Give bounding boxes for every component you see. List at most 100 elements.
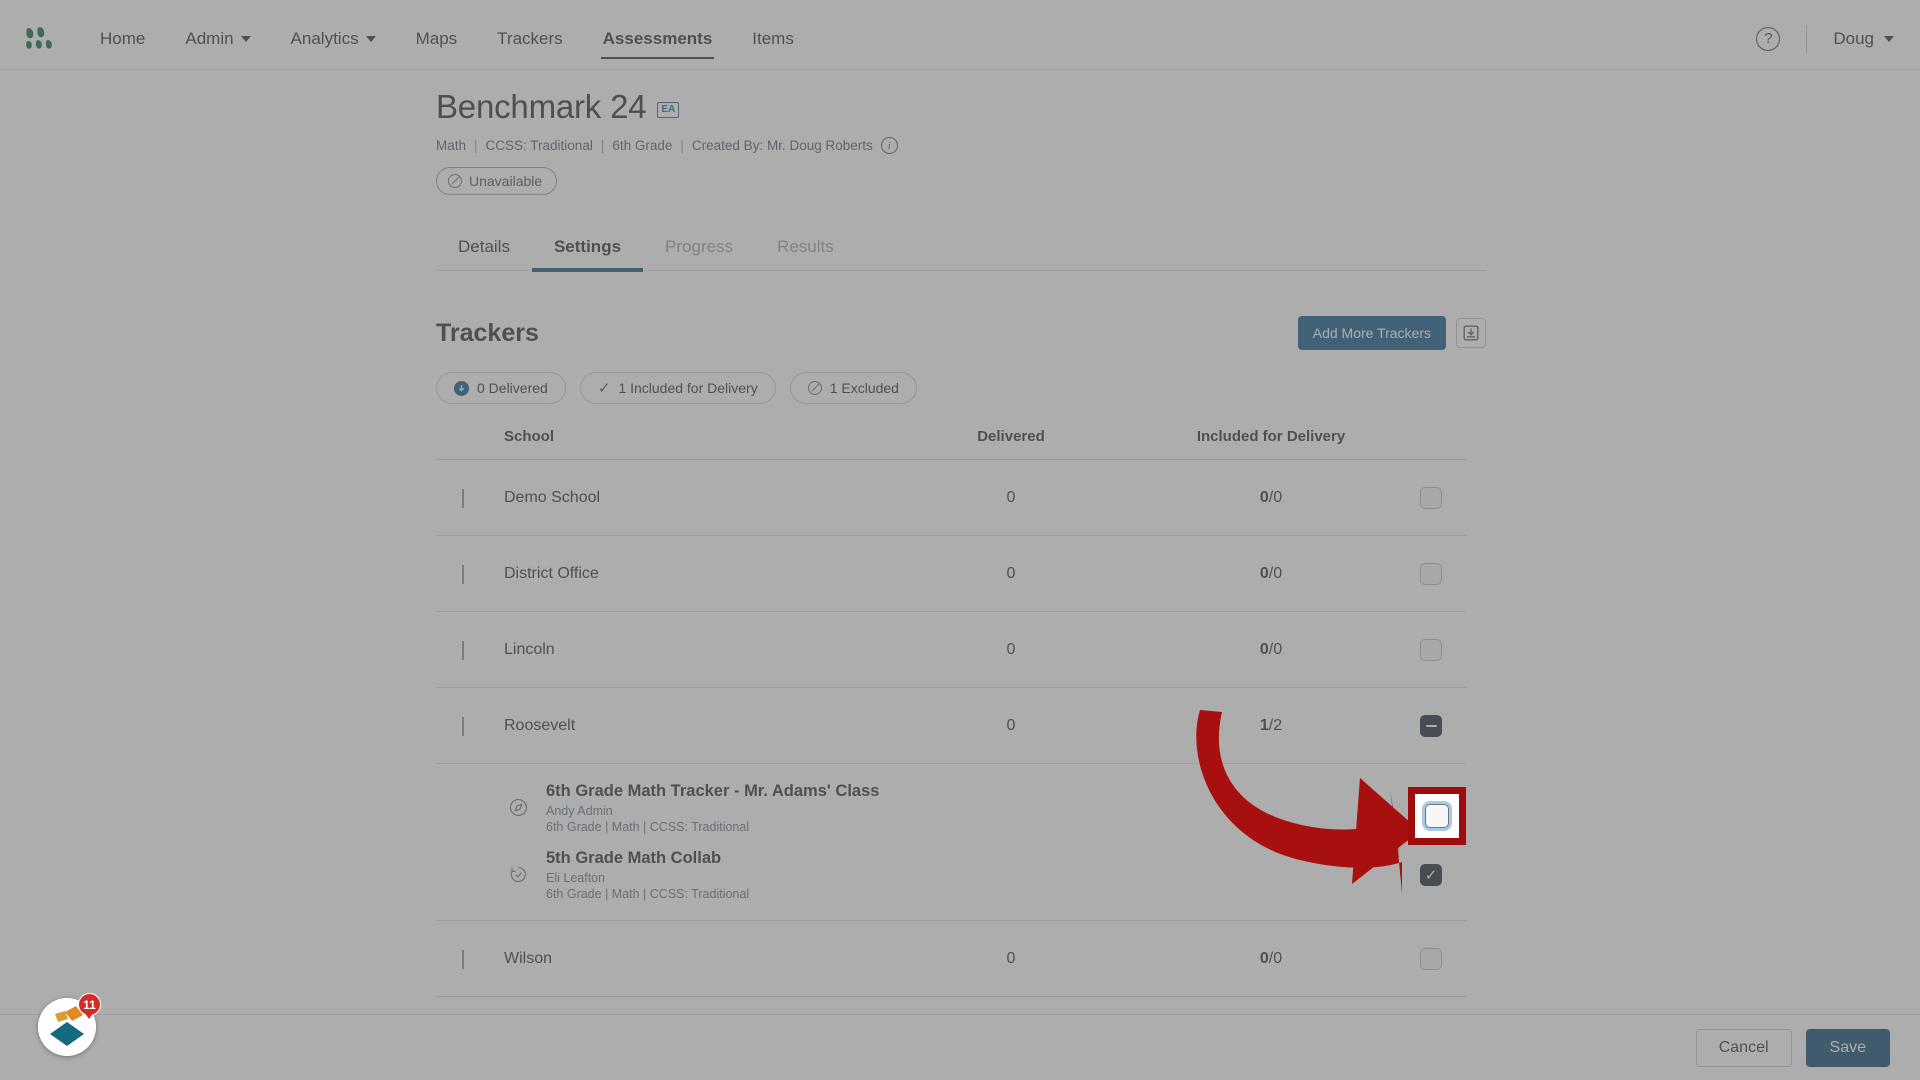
cancel-button[interactable]: Cancel <box>1695 1028 1792 1067</box>
tab-details[interactable]: Details <box>436 237 532 270</box>
status-badge: Unavailable <box>436 167 558 195</box>
nav-item-admin[interactable]: Admin <box>165 8 270 69</box>
add-more-trackers-button[interactable]: Add More Trackers <box>1297 316 1446 350</box>
chevron-down-icon <box>365 35 376 42</box>
row-checkbox-cell[interactable] <box>1396 638 1466 661</box>
nav-item-assessments[interactable]: Assessments <box>583 8 733 69</box>
row-checkbox[interactable] <box>1420 486 1442 509</box>
included-total: /0 <box>1268 488 1283 506</box>
tracker-info: 6th Grade Math Tracker - Mr. Adams' Clas… <box>546 782 1396 834</box>
chevron-down-icon <box>1884 35 1894 42</box>
chip-excluded[interactable]: 1 Excluded <box>789 372 917 404</box>
tracker-list-item[interactable]: 5th Grade Math Collab Eli Leafton 6th Gr… <box>436 841 1466 908</box>
action-bar: Cancel Save <box>0 1014 1920 1080</box>
tab-bar: Details Settings Progress Results <box>436 237 1486 272</box>
tracker-subrows: 6th Grade Math Tracker - Mr. Adams' Clas… <box>436 764 1466 921</box>
help-icon[interactable]: ? <box>1756 26 1781 51</box>
nav-item-trackers[interactable]: Trackers <box>477 8 583 69</box>
table-row[interactable]: Lincoln 0 0/0 <box>436 612 1466 688</box>
meta-separator: | <box>474 138 478 153</box>
tracker-list-item[interactable]: 6th Grade Math Tracker - Mr. Adams' Clas… <box>436 774 1466 841</box>
chip-label: 1 Excluded <box>829 380 899 396</box>
chip-label: 0 Delivered <box>477 380 548 396</box>
meta-separator: | <box>600 138 605 153</box>
cell-delivered: 0 <box>1006 640 1016 658</box>
row-checkbox-cell[interactable] <box>1396 714 1466 737</box>
row-checkbox-cell[interactable] <box>1396 947 1466 970</box>
expand-cell[interactable] <box>436 949 504 969</box>
included-total: /2 <box>1268 716 1283 734</box>
meta-grade: 6th Grade <box>612 138 673 153</box>
tab-settings[interactable]: Settings <box>531 237 644 272</box>
user-name-label: Doug <box>1833 28 1874 48</box>
cell-school: Roosevelt <box>504 716 576 734</box>
download-icon[interactable] <box>1456 318 1486 348</box>
cell-school: Demo School <box>504 488 601 506</box>
nav-item-items[interactable]: Items <box>732 8 814 69</box>
table-row[interactable]: Wilson 0 0/0 <box>436 921 1466 997</box>
tracker-owner: Eli Leafton <box>546 870 606 885</box>
tracker-icon-cell <box>436 865 546 884</box>
ban-icon <box>807 381 822 395</box>
row-checkbox-indeterminate[interactable] <box>1420 714 1442 737</box>
tracker-meta: 6th Grade | Math | CCSS: Traditional <box>546 819 750 834</box>
nav-item-analytics[interactable]: Analytics <box>271 8 396 69</box>
chevron-down-icon[interactable] <box>462 716 464 736</box>
tracker-checkbox-cell[interactable]: ✓ <box>1396 863 1466 886</box>
tracker-checkbox-checked[interactable]: ✓ <box>1420 863 1442 886</box>
tracker-title: 6th Grade Math Tracker - Mr. Adams' Clas… <box>546 781 880 800</box>
column-header-included: Included for Delivery <box>1196 428 1346 445</box>
tracker-checkbox[interactable] <box>1420 796 1442 819</box>
row-checkbox-cell[interactable] <box>1396 562 1466 585</box>
meta-standard: CCSS: Traditional <box>485 138 593 153</box>
chevron-right-icon[interactable] <box>462 640 464 660</box>
expand-cell[interactable] <box>436 488 504 508</box>
collapse-cell[interactable] <box>436 716 504 736</box>
chevron-right-icon[interactable] <box>462 564 464 584</box>
cell-school: Wilson <box>504 949 553 967</box>
user-menu[interactable]: Doug <box>1833 29 1894 49</box>
row-checkbox[interactable] <box>1420 638 1442 661</box>
chevron-right-icon[interactable] <box>462 949 464 969</box>
history-clock-icon <box>510 866 526 883</box>
trackers-section-header: Trackers Add More Trackers <box>436 316 1486 350</box>
tab-label: Results <box>777 237 834 256</box>
chip-label: 1 Included for Delivery <box>618 380 758 396</box>
tab-label: Settings <box>553 237 622 256</box>
help-beacon-widget[interactable]: 11 <box>38 993 101 1056</box>
included-total: /0 <box>1268 564 1283 582</box>
row-checkbox[interactable] <box>1420 947 1442 970</box>
chip-delivered[interactable]: 0 Delivered <box>436 372 566 404</box>
notification-badge: 11 <box>78 993 101 1019</box>
row-checkbox[interactable] <box>1420 562 1442 585</box>
table-row[interactable]: Demo School 0 0/0 <box>436 460 1466 536</box>
table-row[interactable]: Roosevelt 0 1/2 <box>436 688 1466 764</box>
nav-label: Analytics <box>290 28 359 48</box>
tracker-owner: Andy Admin <box>546 803 613 818</box>
save-button[interactable]: Save <box>1805 1028 1890 1067</box>
tracker-checkbox-cell[interactable] <box>1396 796 1466 819</box>
expand-cell[interactable] <box>436 564 504 584</box>
table-row[interactable]: District Office 0 0/0 <box>436 536 1466 612</box>
nav-item-maps[interactable]: Maps <box>396 8 478 69</box>
included-count: 1 <box>1259 716 1269 734</box>
included-total: /0 <box>1268 640 1283 658</box>
app-logo[interactable] <box>24 26 54 52</box>
status-label: Unavailable <box>469 173 543 189</box>
filter-chips: 0 Delivered ✓ 1 Included for Delivery 1 … <box>436 372 1486 404</box>
expand-cell[interactable] <box>436 640 504 660</box>
nav-item-home[interactable]: Home <box>80 8 165 69</box>
row-checkbox-cell[interactable] <box>1396 486 1466 509</box>
tab-results[interactable]: Results <box>755 237 856 270</box>
tab-progress[interactable]: Progress <box>643 237 755 270</box>
cell-delivered: 0 <box>1006 949 1016 967</box>
info-icon[interactable]: i <box>880 137 898 154</box>
tracker-info: 5th Grade Math Collab Eli Leafton 6th Gr… <box>546 849 1396 901</box>
compass-icon <box>509 798 528 817</box>
chevron-right-icon[interactable] <box>462 488 464 508</box>
cell-included: 0/0 <box>1146 950 1396 968</box>
chip-included-for-delivery[interactable]: ✓ 1 Included for Delivery <box>579 372 776 404</box>
top-navigation-bar: Home Admin Analytics Maps Trackers Asses… <box>0 8 1920 70</box>
tracker-icon-cell <box>436 798 546 817</box>
tracker-meta: 6th Grade | Math | CCSS: Traditional <box>546 886 750 901</box>
